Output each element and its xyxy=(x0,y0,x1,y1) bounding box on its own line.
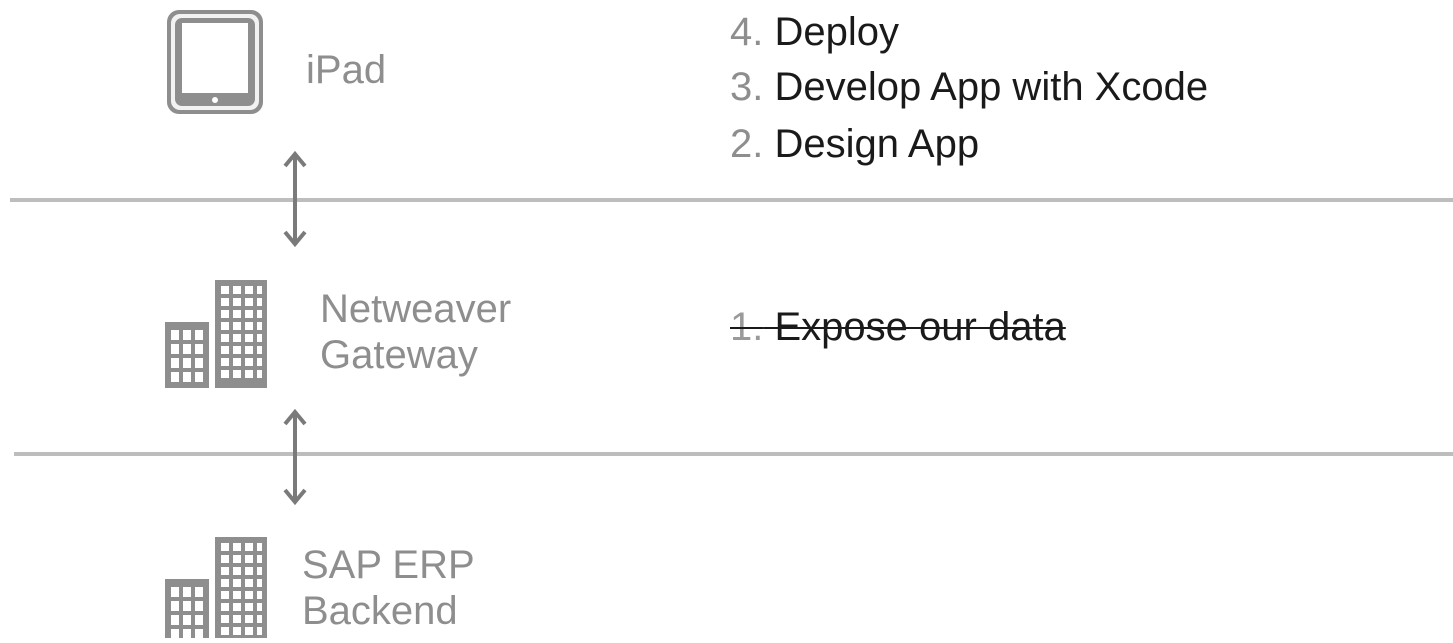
tier-label-erp: SAP ERP Backend xyxy=(302,542,475,634)
tier-label-gateway-line1: Netweaver xyxy=(320,287,512,331)
divider-bottom xyxy=(14,452,1453,456)
step-1-completed: 1. Expose our data xyxy=(730,304,1066,350)
tier-label-erp-line1: SAP ERP xyxy=(302,543,475,587)
tier-label-gateway: Netweaver Gateway xyxy=(320,286,511,378)
tier-label-erp-line2: Backend xyxy=(302,589,458,633)
step-text: Develop App with Xcode xyxy=(774,65,1209,109)
step-4: 4. Deploy xyxy=(730,9,899,55)
step-2: 2. Design App xyxy=(730,121,979,167)
step-text: Deploy xyxy=(774,10,899,54)
tier-label-ipad: iPad xyxy=(306,48,387,92)
step-number: 1. xyxy=(730,305,764,349)
building-icon xyxy=(165,537,267,643)
step-text: Design App xyxy=(774,122,980,166)
step-number: 4. xyxy=(730,10,764,54)
step-3: 3. Develop App with Xcode xyxy=(730,64,1208,110)
divider-top xyxy=(10,198,1453,202)
step-number: 3. xyxy=(730,65,764,109)
step-number: 2. xyxy=(730,122,764,166)
building-icon xyxy=(165,280,267,393)
tier-label-gateway-line2: Gateway xyxy=(320,333,478,377)
double-arrow-icon xyxy=(280,150,310,253)
ipad-icon xyxy=(165,8,265,121)
double-arrow-icon xyxy=(280,408,310,511)
step-text: Expose our data xyxy=(774,305,1066,349)
